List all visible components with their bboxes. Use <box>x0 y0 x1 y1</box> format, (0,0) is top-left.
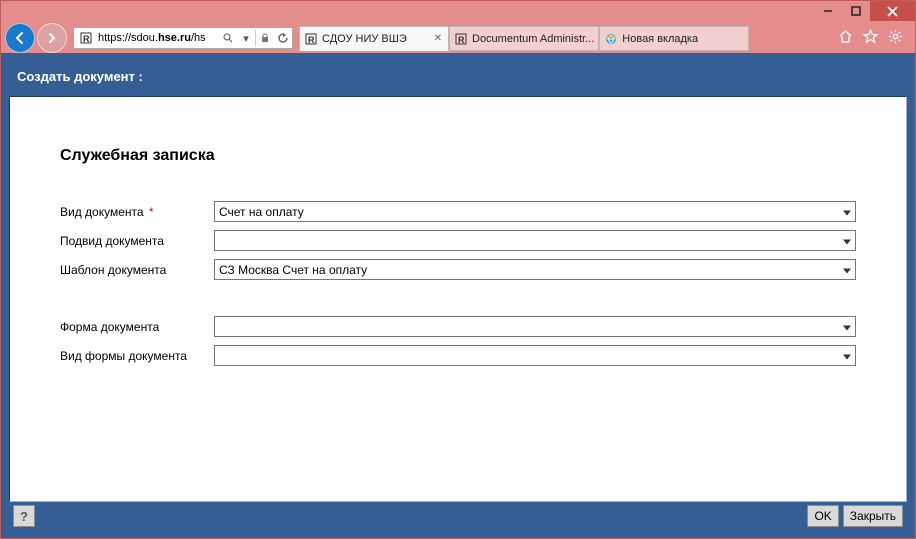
settings-gear-icon[interactable] <box>888 29 903 47</box>
tab[interactable]: R Documentum Administr... <box>449 26 599 51</box>
browser-right-controls <box>830 29 911 47</box>
form-panel: Служебная записка Вид документа * Счет н… <box>9 96 907 502</box>
tab-label: Новая вкладка <box>622 33 744 45</box>
help-button[interactable]: ? <box>13 505 35 527</box>
field-row-doc-subtype: Подвид документа <box>60 230 856 251</box>
forward-button[interactable] <box>37 23 67 53</box>
label-doc-form-type: Вид формы документа <box>60 349 214 363</box>
lock-icon[interactable] <box>256 28 274 48</box>
tab-close-icon[interactable]: ✕ <box>432 33 444 45</box>
tab-label: Documentum Administr... <box>472 33 594 45</box>
svg-text:R: R <box>458 35 465 45</box>
form-gap <box>60 288 856 316</box>
tab-favicon-icon: R <box>454 32 468 46</box>
label-doc-subtype: Подвид документа <box>60 234 214 248</box>
select-doc-template[interactable]: СЗ Москва Счет на оплату <box>214 259 856 280</box>
field-row-doc-form-type: Вид формы документа <box>60 345 856 366</box>
url-text: https://sdou.hse.ru/hs <box>98 32 219 44</box>
page-title: Создать документ : <box>9 61 907 96</box>
close-window-button[interactable] <box>870 1 915 21</box>
ok-button[interactable]: OK <box>807 505 838 527</box>
address-bar[interactable]: R https://sdou.hse.ru/hs ▾ <box>73 27 293 49</box>
dropdown-arrow-icon[interactable]: ▾ <box>237 28 255 48</box>
label-doc-form: Форма документа <box>60 320 214 334</box>
tab-strip: R СДОУ НИУ ВШЭ ✕ R Documentum Administr.… <box>299 25 828 51</box>
nav-toolbar: R https://sdou.hse.ru/hs ▾ R СДОУ Н <box>1 23 915 53</box>
close-button[interactable]: Закрыть <box>843 505 903 527</box>
maximize-button[interactable] <box>842 1 869 21</box>
form-heading: Служебная записка <box>60 147 856 165</box>
label-doc-template: Шаблон документа <box>60 263 214 277</box>
field-row-doc-type: Вид документа * Счет на оплату <box>60 201 856 222</box>
minimize-button[interactable] <box>814 1 841 21</box>
back-button[interactable] <box>5 23 35 53</box>
select-doc-form[interactable] <box>214 316 856 337</box>
required-mark: * <box>146 205 154 219</box>
home-icon[interactable] <box>838 29 853 47</box>
browser-window: R https://sdou.hse.ru/hs ▾ R СДОУ Н <box>0 0 916 539</box>
refresh-icon[interactable] <box>274 28 292 48</box>
label-doc-type: Вид документа * <box>60 205 214 219</box>
select-doc-subtype[interactable] <box>214 230 856 251</box>
tab-label: СДОУ НИУ ВШЭ <box>322 33 432 45</box>
select-doc-type[interactable]: Счет на оплату <box>214 201 856 222</box>
window-titlebar <box>1 1 915 23</box>
search-dropdown-icon[interactable] <box>219 28 237 48</box>
tab[interactable]: Новая вкладка <box>599 26 749 51</box>
select-doc-form-type[interactable] <box>214 345 856 366</box>
dialog-footer: ? OK Закрыть <box>9 502 907 530</box>
ie-icon <box>604 32 618 46</box>
page-content: Создать документ : Служебная записка Вид… <box>1 53 915 538</box>
field-row-doc-form: Форма документа <box>60 316 856 337</box>
tab-favicon-icon: R <box>304 32 318 46</box>
field-row-doc-template: Шаблон документа СЗ Москва Счет на оплат… <box>60 259 856 280</box>
svg-text:R: R <box>308 35 315 45</box>
favorites-icon[interactable] <box>863 29 878 47</box>
tab-active[interactable]: R СДОУ НИУ ВШЭ ✕ <box>299 26 449 51</box>
svg-text:R: R <box>83 34 90 44</box>
site-favicon-icon: R <box>78 30 94 46</box>
